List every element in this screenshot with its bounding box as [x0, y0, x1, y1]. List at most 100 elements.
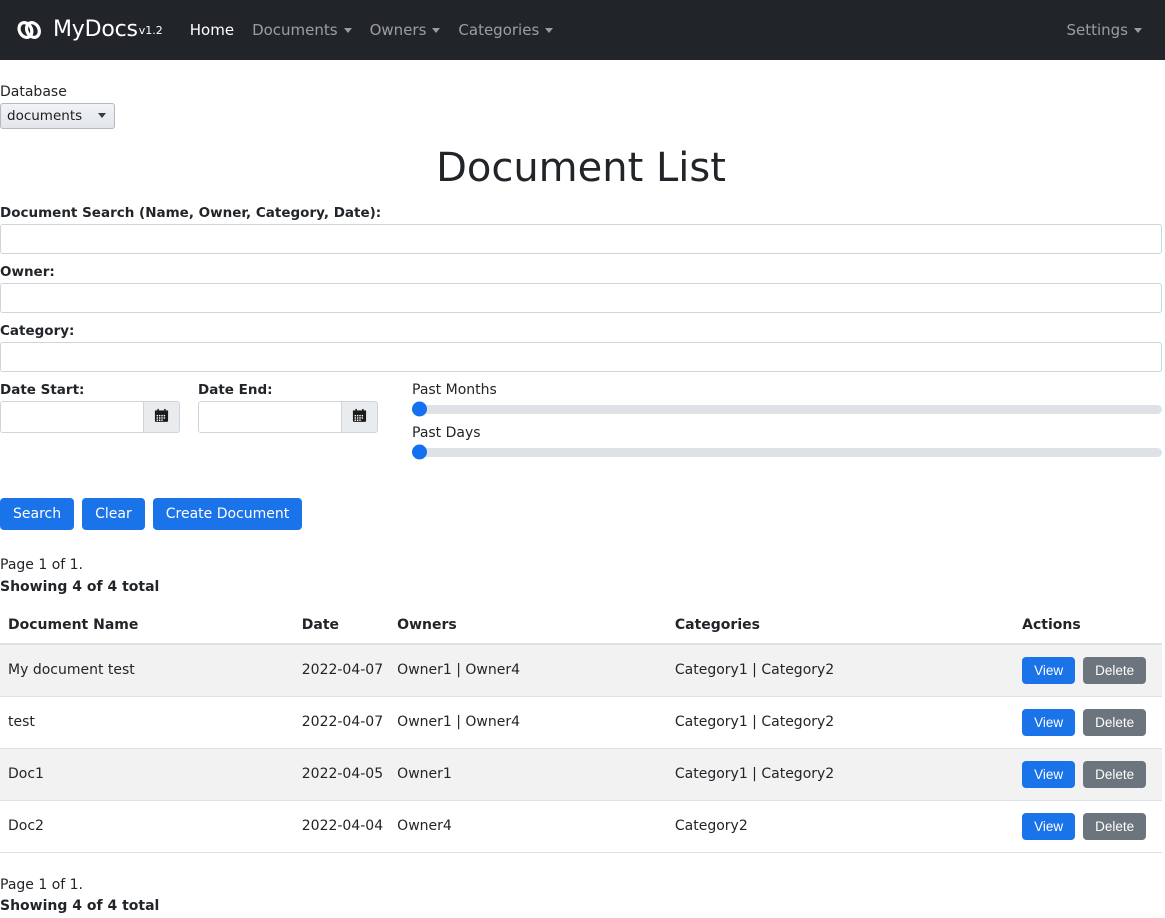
pager-bottom-page-text: Page 1 of 1. — [0, 876, 84, 893]
table-row: test 2022-04-07 Owner1 | Owner4 Category… — [0, 696, 1162, 749]
pager-bottom: Page 1 of 1. Showing 4 of 4 total — [0, 875, 1162, 918]
past-days-slider[interactable] — [412, 444, 1162, 460]
past-months-label: Past Months — [412, 382, 497, 398]
past-months-slider-thumb[interactable] — [412, 401, 427, 417]
date-end-label: Date End: — [198, 382, 273, 398]
category-filter-group: Category: — [0, 323, 1162, 372]
database-selector-block: Database documents — [0, 60, 1162, 129]
date-end-input[interactable] — [199, 402, 341, 432]
view-button[interactable]: View — [1022, 812, 1076, 840]
cell-actions: View Delete — [1022, 800, 1162, 853]
delete-button[interactable]: Delete — [1083, 760, 1147, 788]
nav-links: Home Documents Owners Categories — [181, 13, 1058, 47]
nav-right-group: Settings — [1057, 13, 1151, 47]
owner-input[interactable] — [0, 283, 1162, 313]
page-content: Database documents Document List Documen… — [0, 60, 1165, 918]
calendar-icon — [154, 408, 169, 426]
delete-button[interactable]: Delete — [1083, 812, 1147, 840]
page-title: Document List — [436, 145, 726, 191]
search-button[interactable]: Search — [0, 498, 75, 531]
nav-item-owners-label: Owners — [369, 21, 427, 39]
category-label: Category: — [0, 323, 75, 339]
documents-table-body: My document test 2022-04-07 Owner1 | Own… — [0, 643, 1162, 853]
past-months-slider[interactable] — [412, 401, 1162, 417]
document-search-label: Document Search (Name, Owner, Category, … — [0, 205, 382, 221]
cell-categories: Category1 | Category2 — [674, 643, 1023, 697]
row-action-group: View Delete — [1022, 812, 1162, 840]
date-start-input[interactable] — [1, 402, 143, 432]
documents-table-head: Document Name Date Owners Categories Act… — [0, 608, 1162, 645]
document-search-input[interactable] — [0, 224, 1162, 254]
chevron-down-icon — [343, 27, 352, 33]
database-select-wrap: documents — [0, 103, 115, 129]
header-actions: Actions — [1022, 608, 1162, 645]
date-end-calendar-button[interactable] — [341, 402, 377, 432]
pager-top-page-text: Page 1 of 1. — [0, 557, 84, 574]
delete-button[interactable]: Delete — [1083, 656, 1147, 684]
header-date: Date — [301, 608, 398, 645]
date-end-group: Date End: — [198, 382, 378, 433]
header-categories: Categories — [674, 608, 1023, 645]
cell-owners: Owner4 — [397, 800, 675, 853]
chevron-down-icon — [432, 27, 441, 33]
pager-top-showing-text: Showing 4 of 4 total — [0, 578, 160, 595]
table-header-row: Document Name Date Owners Categories Act… — [0, 608, 1162, 645]
cell-document-name: test — [0, 696, 302, 749]
date-start-label: Date Start: — [0, 382, 85, 398]
cell-document-name: My document test — [0, 643, 302, 697]
top-navbar: MyDocs v1.2 Home Documents Owners Categor… — [0, 0, 1165, 60]
documents-table: Document Name Date Owners Categories Act… — [0, 608, 1162, 853]
create-document-button[interactable]: Create Document — [152, 498, 303, 531]
row-action-group: View Delete — [1022, 708, 1162, 736]
view-button[interactable]: View — [1022, 708, 1076, 736]
cell-document-name: Doc1 — [0, 748, 302, 801]
owner-filter-group: Owner: — [0, 264, 1162, 313]
calendar-icon — [352, 408, 367, 426]
range-sliders-column: Past Months Past Days — [412, 382, 1162, 468]
nav-item-settings[interactable]: Settings — [1057, 13, 1151, 47]
database-select[interactable]: documents — [0, 103, 115, 129]
nav-item-home-label: Home — [189, 21, 235, 39]
nav-item-categories-label: Categories — [458, 21, 540, 39]
table-row: Doc1 2022-04-05 Owner1 Category1 | Categ… — [0, 748, 1162, 801]
nav-item-home[interactable]: Home — [181, 13, 243, 47]
chain-link-icon — [14, 15, 44, 45]
cell-owners: Owner1 — [397, 748, 675, 801]
delete-button[interactable]: Delete — [1083, 708, 1147, 736]
date-start-calendar-button[interactable] — [143, 402, 179, 432]
brand-title: MyDocs — [53, 17, 138, 42]
brand-version: v1.2 — [138, 23, 163, 37]
category-input[interactable] — [0, 342, 1162, 372]
nav-item-owners[interactable]: Owners — [361, 13, 450, 47]
view-button[interactable]: View — [1022, 656, 1076, 684]
cell-date: 2022-04-07 — [301, 643, 398, 697]
header-document-name: Document Name — [0, 608, 302, 645]
nav-item-settings-label: Settings — [1066, 21, 1128, 39]
date-and-sliders-row: Date Start: Date End: Past Months Past D… — [0, 382, 1162, 468]
cell-owners: Owner1 | Owner4 — [397, 643, 675, 697]
cell-categories: Category2 — [674, 800, 1023, 853]
clear-button[interactable]: Clear — [82, 498, 145, 531]
view-button[interactable]: View — [1022, 760, 1076, 788]
chevron-down-icon — [545, 27, 554, 33]
past-months-slider-wrap — [412, 399, 1162, 419]
cell-date: 2022-04-04 — [301, 800, 398, 853]
cell-actions: View Delete — [1022, 748, 1162, 801]
database-label: Database — [0, 84, 67, 100]
past-days-slider-wrap — [412, 442, 1162, 462]
table-row: Doc2 2022-04-04 Owner4 Category2 View De… — [0, 800, 1162, 853]
cell-date: 2022-04-05 — [301, 748, 398, 801]
owner-label: Owner: — [0, 264, 55, 280]
past-days-slider-thumb[interactable] — [412, 444, 427, 460]
header-owners: Owners — [397, 608, 675, 645]
pager-bottom-showing-text: Showing 4 of 4 total — [0, 898, 160, 915]
nav-item-documents[interactable]: Documents — [243, 13, 361, 47]
document-search-group: Document Search (Name, Owner, Category, … — [0, 205, 1162, 254]
date-start-group: Date Start: — [0, 382, 180, 433]
filter-actions-row: Search Clear Create Document — [0, 498, 1162, 531]
cell-date: 2022-04-07 — [301, 696, 398, 749]
brand-logo-link[interactable]: MyDocs v1.2 — [14, 15, 163, 45]
date-end-input-group — [198, 401, 378, 433]
nav-item-categories[interactable]: Categories — [449, 13, 562, 47]
table-row: My document test 2022-04-07 Owner1 | Own… — [0, 643, 1162, 697]
